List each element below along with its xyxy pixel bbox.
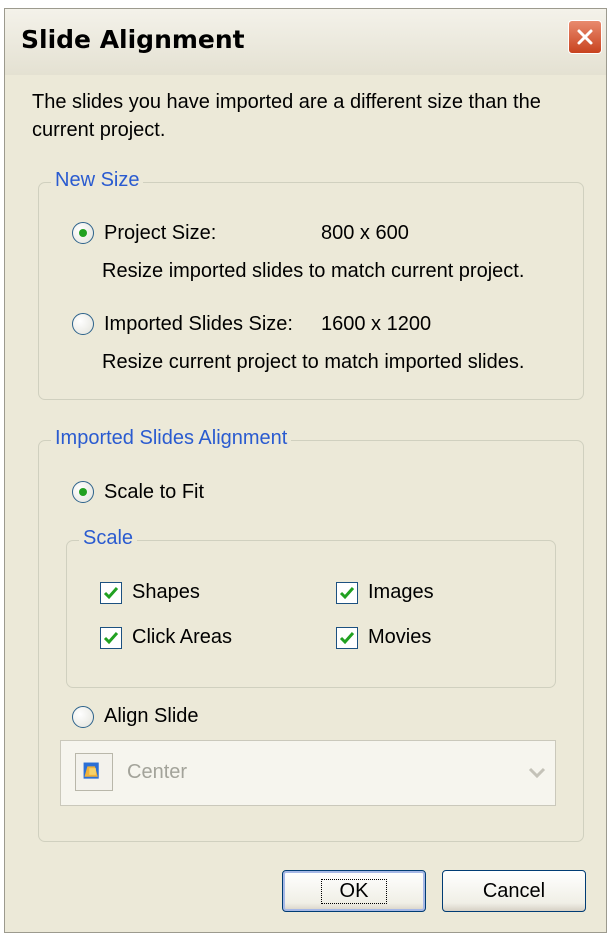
images-checkbox[interactable] — [336, 582, 358, 604]
ok-button-label: OK — [320, 878, 388, 904]
imported-size-radio[interactable] — [72, 313, 94, 335]
project-size-label: Project Size: — [104, 222, 217, 244]
scale-legend: Scale — [79, 527, 138, 550]
imported-size-description: Resize current project to match imported… — [102, 351, 525, 373]
checkmark-icon — [103, 587, 119, 600]
movies-checkbox[interactable] — [336, 627, 358, 649]
shapes-label: Shapes — [132, 581, 200, 603]
click-areas-label: Click Areas — [132, 626, 233, 648]
movies-label: Movies — [368, 626, 432, 648]
cancel-button-label: Cancel — [482, 879, 546, 902]
close-icon — [577, 29, 593, 45]
align-position-select[interactable]: Center — [60, 740, 556, 806]
images-label: Images — [368, 581, 434, 603]
scale-to-fit-radio[interactable] — [72, 481, 94, 503]
alignment-legend: Imported Slides Alignment — [51, 427, 292, 450]
checkmark-icon — [103, 632, 119, 645]
scale-group: Scale — [66, 527, 556, 688]
dialog-description: The slides you have imported are a diffe… — [32, 91, 541, 141]
project-size-radio[interactable] — [72, 222, 94, 244]
align-slide-label: Align Slide — [104, 705, 199, 727]
imported-size-label: Imported Slides Size: — [104, 313, 293, 335]
checkmark-icon — [339, 587, 355, 600]
dialog-title: Slide Alignment — [21, 25, 245, 54]
new-size-legend: New Size — [51, 169, 144, 192]
project-size-description: Resize imported slides to match current … — [102, 260, 525, 282]
shapes-checkbox[interactable] — [100, 582, 122, 604]
checkmark-icon — [339, 632, 355, 645]
close-button[interactable] — [568, 20, 602, 54]
chevron-down-icon — [528, 767, 546, 779]
scale-to-fit-label: Scale to Fit — [104, 481, 205, 503]
ok-button[interactable]: OK — [282, 870, 426, 912]
project-size-value: 800 x 600 — [321, 222, 409, 244]
click-areas-checkbox[interactable] — [100, 627, 122, 649]
align-center-icon — [75, 753, 113, 791]
cancel-button[interactable]: Cancel — [442, 870, 586, 912]
imported-size-value: 1600 x 1200 — [321, 313, 432, 335]
align-select-value: Center — [127, 761, 188, 783]
title-bar: Slide Alignment — [5, 9, 606, 75]
align-slide-radio[interactable] — [72, 706, 94, 728]
